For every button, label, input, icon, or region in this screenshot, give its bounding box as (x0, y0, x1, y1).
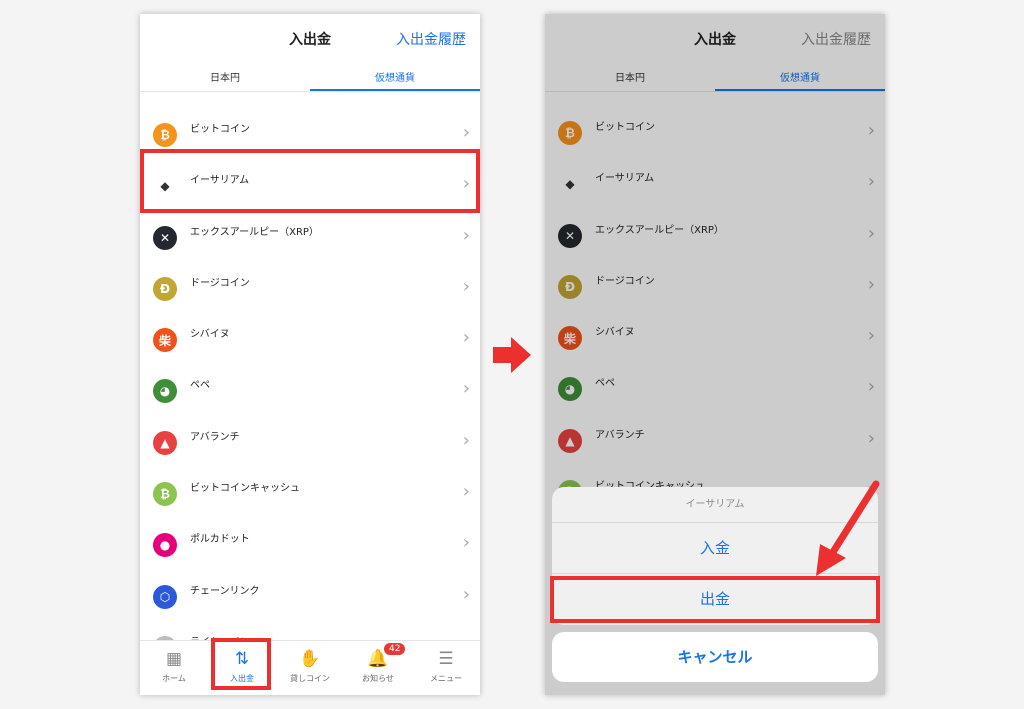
dogecoin-icon: Ð (153, 276, 177, 301)
nav-item[interactable]: ✋ 貸しコイン (276, 641, 344, 695)
coin-row[interactable]: ₿ ビットコインキャッシュ › (140, 467, 480, 518)
highlight-nav-deposit (211, 638, 271, 690)
notification-badge: 42 (384, 643, 406, 655)
chainlink-icon: ⬡ (153, 584, 177, 609)
screen-before: 入出金 入出金履歴 日本円 仮想通貨 ₿ ビットコイン › ◆ イーサリアム › ✕ エックス… (140, 14, 480, 695)
header: 入出金 入出金履歴 (140, 14, 480, 62)
tab-jpy[interactable]: 日本円 (140, 64, 310, 91)
chevron-right-icon: › (462, 327, 470, 349)
nav-label: ホーム (162, 674, 186, 683)
coin-name: ペペ (190, 380, 210, 392)
coin-name: ビットコイン (190, 124, 250, 135)
nav-item[interactable]: ☰ メニュー (412, 641, 480, 695)
coin-row[interactable]: Ð ドージコイン › (140, 262, 480, 313)
cancel-button[interactable]: キャンセル (552, 632, 878, 682)
xrp-icon: ✕ (153, 225, 177, 250)
chevron-right-icon: › (462, 532, 470, 554)
coin-row[interactable]: ✕ エックスアールピー（XRP） › (140, 211, 480, 262)
chevron-right-icon: › (462, 429, 470, 451)
pepe-icon: ◕ (153, 379, 177, 404)
menu-icon: ☰ (438, 649, 454, 669)
coin-row[interactable]: 柴 シバイヌ › (140, 313, 480, 364)
history-link[interactable]: 入出金履歴 (396, 29, 466, 49)
coin-name: エックスアールピー（XRP） (190, 226, 319, 238)
shiba-inu-icon: 柴 (153, 328, 177, 353)
polkadot-icon: ● (153, 533, 177, 558)
lend-coin-icon: ✋ (299, 649, 321, 669)
highlight-withdraw-button (550, 576, 880, 623)
nav-item[interactable]: 🔔 お知らせ 42 (344, 641, 412, 695)
bitcoin-cash-icon: ₿ (153, 482, 177, 507)
coin-name: チェーンリンク (190, 585, 260, 597)
avalanche-icon: ▲ (153, 430, 177, 455)
coin-row[interactable]: ⬡ チェーンリンク › (140, 570, 480, 621)
nav-label: 貸しコイン (290, 674, 330, 683)
nav-item[interactable]: ▦ ホーム (140, 641, 208, 695)
chevron-right-icon: › (462, 275, 470, 297)
nav-label: お知らせ (362, 674, 394, 683)
coin-name: ポルカドット (190, 534, 250, 546)
coin-name: ビットコインキャッシュ (190, 483, 300, 495)
chevron-right-icon: › (462, 583, 470, 605)
chevron-right-icon: › (462, 378, 470, 400)
chevron-right-icon: › (462, 481, 470, 503)
currency-tabs: 日本円 仮想通貨 (140, 64, 480, 92)
nav-label: メニュー (430, 674, 462, 683)
right-arrow-icon (493, 337, 531, 373)
chevron-right-icon: › (462, 122, 470, 143)
home-icon: ▦ (165, 649, 183, 669)
bottom-nav: ▦ ホーム ⇅ 入出金 ✋ 貸しコイン 🔔 お知らせ 42 ☰ メニュー (140, 640, 480, 695)
highlight-ethereum-row (140, 149, 480, 213)
coin-name: シバイヌ (190, 329, 230, 341)
coin-name: アバランチ (190, 431, 240, 443)
tab-crypto[interactable]: 仮想通貨 (310, 64, 480, 91)
coin-row[interactable]: ● ポルカドット › (140, 518, 480, 569)
coin-row[interactable]: ◕ ペペ › (140, 364, 480, 415)
pointer-arrow-icon (816, 480, 880, 576)
bitcoin-icon: ₿ (153, 123, 177, 147)
coin-name: ドージコイン (190, 277, 250, 289)
chevron-right-icon: › (462, 224, 470, 246)
coin-row[interactable]: ▲ アバランチ › (140, 416, 480, 467)
